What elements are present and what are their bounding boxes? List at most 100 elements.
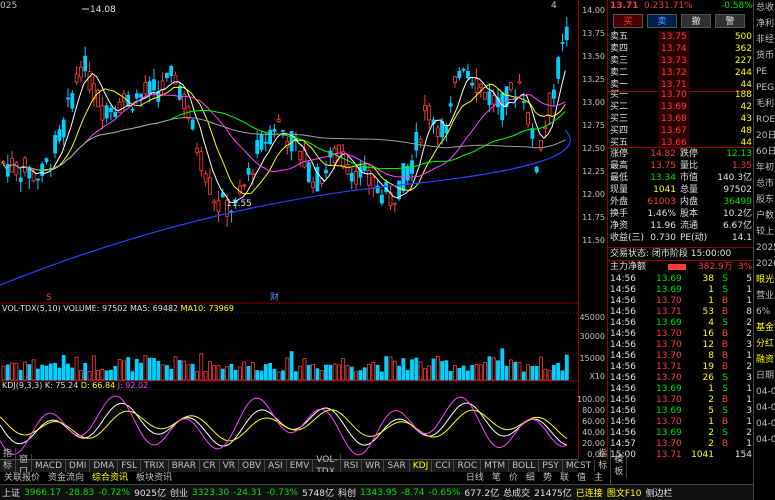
kc-index-label[interactable]: 科创 <box>336 486 358 499</box>
indicator-tab-rsi[interactable]: RSI <box>341 460 363 472</box>
sh-index-amount: 9025亿 <box>134 489 166 499</box>
indicator-tab-obv[interactable]: OBV <box>239 460 266 472</box>
candle-body <box>526 112 530 125</box>
sub-tab[interactable]: 联 <box>556 472 573 484</box>
alert-button[interactable]: 警 <box>715 14 745 28</box>
sub-tab[interactable]: 势 <box>539 472 556 484</box>
right-strip-item: 2025 <box>756 243 775 253</box>
sub-tab[interactable]: 价 <box>505 472 522 484</box>
volume-bar <box>160 364 165 381</box>
indicator-tab-fsl[interactable]: FSL <box>118 460 141 472</box>
stat-label: PE(动) <box>680 233 708 243</box>
volume-tick-label: 45000 <box>579 313 605 322</box>
volume-bar <box>483 362 488 381</box>
sub-tab[interactable]: 关联报价 <box>0 472 44 484</box>
indicator-tab-asi[interactable]: ASI <box>265 460 287 472</box>
indicator-tab-boll[interactable]: BOLL <box>509 460 540 472</box>
candle-body <box>44 158 49 163</box>
indicator-tab-vr[interactable]: VR <box>220 460 240 472</box>
indicator-tab-emv[interactable]: EMV <box>287 460 314 472</box>
volume-ma5: MA5: 69482 <box>129 304 179 313</box>
indicator-tab-brar[interactable]: BRAR <box>169 460 201 472</box>
volume-bar <box>315 368 320 381</box>
indicator-tab-mtm[interactable]: MTM <box>481 460 510 472</box>
volume-bar <box>487 356 492 381</box>
candle-body <box>18 177 23 182</box>
indicator-tab-cr[interactable]: CR <box>200 460 220 472</box>
candle-body <box>246 167 251 175</box>
tick-row[interactable]: 15:00 13.71 1041 154 <box>608 449 754 461</box>
level-volume: 500 <box>734 32 752 42</box>
indicator-tab-roc[interactable]: ROC <box>454 460 482 472</box>
tick-count: 154 <box>734 450 752 460</box>
chart-area[interactable]: 14.08 11.55 025 S 财 4 VOL-TDX(5,10) VOLU… <box>0 0 578 459</box>
main-flow-pct: 3% <box>738 262 753 272</box>
bid-level-row[interactable]: 买一 13.70 188 <box>608 89 754 101</box>
ask-level-row[interactable]: 卖五 13.75 500 <box>608 31 754 43</box>
candle-body <box>349 172 354 182</box>
volume-bar <box>117 359 122 381</box>
candle-body <box>87 71 92 91</box>
level-volume: 227 <box>734 56 752 66</box>
right-strip-item: 融资 <box>756 355 775 365</box>
right-strip-item: 非经 <box>756 35 775 45</box>
sub-tab[interactable]: 细 <box>522 472 539 484</box>
indicator-tab-cci[interactable]: CCI <box>432 460 455 472</box>
indicator-tab-模板[interactable]: 模板 <box>611 454 628 478</box>
indicator-tab-mcst[interactable]: MCST <box>563 460 596 472</box>
sh-index-label[interactable]: 上证 <box>0 486 22 499</box>
level-label: 买二 <box>610 102 629 112</box>
candle-body <box>104 105 109 119</box>
indicator-tab-psy[interactable]: PSY <box>539 460 563 472</box>
sub-tab[interactable]: 板块资讯 <box>132 472 176 484</box>
volume-bar <box>229 363 234 381</box>
sub-tab[interactable]: 主 <box>590 472 607 484</box>
bid-level-row[interactable]: 买三 13.68 43 <box>608 113 754 125</box>
kline-chart[interactable]: 14.08 11.55 025 S 财 4 <box>0 0 578 459</box>
s-event-marker[interactable]: S <box>46 293 52 303</box>
connection-status[interactable]: 已连接 <box>574 486 605 499</box>
candle-body <box>392 202 397 205</box>
indicator-tab-kdj[interactable]: KDJ <box>410 460 433 472</box>
right-strip-item: 净利 <box>756 19 775 29</box>
kdj-indicator-name[interactable]: KDJ(9,3,3) <box>2 381 42 390</box>
sub-tab[interactable]: 日线 <box>462 472 488 484</box>
level-price: 13.68 <box>658 113 690 125</box>
ask-level-row[interactable]: 卖二 13.72 244 <box>608 67 754 79</box>
indicator-tab-sar[interactable]: SAR <box>384 460 410 472</box>
volume-bar <box>302 358 307 381</box>
sub-tab[interactable]: 资金流向 <box>44 472 88 484</box>
indicator-tab-macd[interactable]: MACD <box>32 460 67 472</box>
sell-button[interactable]: 卖 <box>647 14 677 28</box>
indicator-tab-trix[interactable]: TRIX <box>141 460 169 472</box>
right-strip-item: 货币 <box>756 51 775 61</box>
sub-tab[interactable]: 综合资讯 <box>88 472 132 484</box>
sidebar-toggle[interactable]: 侧边栏 <box>643 486 674 499</box>
volume-bar <box>336 364 341 381</box>
ask-level-row[interactable]: 卖四 13.74 362 <box>608 43 754 55</box>
indicator-tab-dmi[interactable]: DMI <box>66 460 91 472</box>
indicator-tab-dma[interactable]: DMA <box>90 460 119 472</box>
sub-tab[interactable]: 值 <box>573 472 590 484</box>
stat-value: 14.1 <box>731 233 752 243</box>
right-info-strip: 总收净利非经货币 PE PEG 毛利 ROE 20日 60日年初总市股东户数较上 2025 20… <box>753 0 775 500</box>
bid-level-row[interactable]: 买四 13.67 48 <box>608 125 754 137</box>
f10-button[interactable]: 图文F10 <box>605 486 644 499</box>
stat-value: 14.82 <box>650 149 676 159</box>
stats-row: 最高 13.75 量比 1.35 <box>608 160 754 172</box>
right-strip-item: 分红 <box>756 339 775 349</box>
candle-body <box>281 129 285 132</box>
volume-bar <box>246 365 251 381</box>
volume-bar <box>298 365 303 381</box>
cancel-order-button[interactable]: 撤 <box>681 14 711 28</box>
buy-button[interactable]: 买 <box>613 14 643 28</box>
candle-body <box>345 164 350 175</box>
bid-level-row[interactable]: 买二 13.69 42 <box>608 101 754 113</box>
indicator-tab-wr[interactable]: WR <box>362 460 385 472</box>
sub-tab[interactable]: 笔 <box>488 472 505 484</box>
cai-event-marker[interactable]: 财 <box>270 291 279 303</box>
cy-index-label[interactable]: 创业 <box>168 486 190 499</box>
kdj-j: J: 92.02 <box>117 381 149 390</box>
volume-indicator-name[interactable]: VOL-TDX(5,10) <box>2 304 61 313</box>
ask-level-row[interactable]: 卖三 13.73 227 <box>608 55 754 67</box>
